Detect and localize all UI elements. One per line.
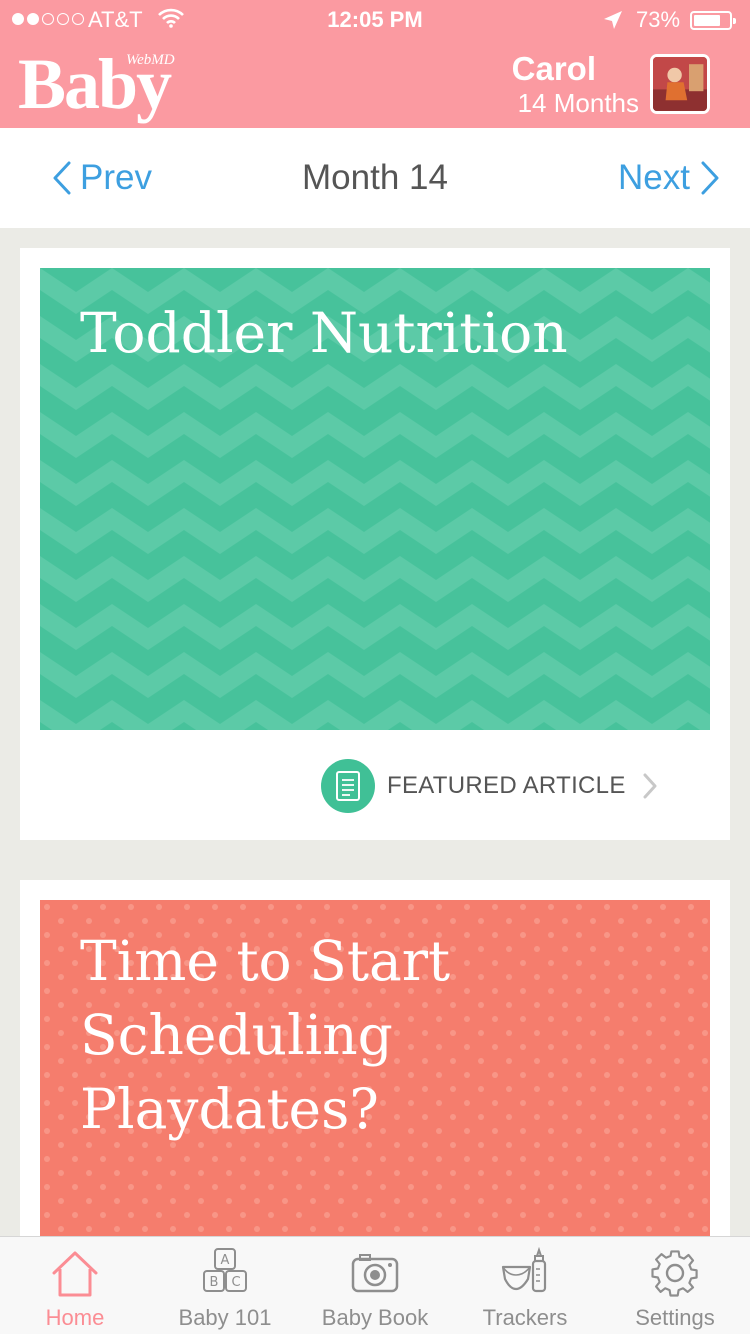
tab-trackers[interactable]: Trackers (450, 1237, 600, 1334)
tab-label: Trackers (482, 1305, 568, 1330)
status-bar: AT&T 12:05 PM 73% (0, 0, 750, 40)
child-age: 14 Months (517, 88, 639, 118)
tab-baby-book[interactable]: Baby Book (300, 1237, 450, 1334)
child-name: Carol (511, 50, 596, 87)
tab-bar: Home A B C Baby 101 Baby Book Trackers S… (0, 1236, 750, 1334)
article-title: Time to Start Scheduling Playdates? (80, 929, 451, 1141)
tab-settings[interactable]: Settings (600, 1237, 750, 1334)
next-label: Next (618, 158, 690, 197)
article-card[interactable]: Toddler Nutrition FEATURED ARTICLE (20, 248, 730, 840)
next-month-button[interactable]: Next (618, 158, 720, 198)
article-title: Toddler Nutrition (80, 301, 568, 365)
svg-text:A: A (221, 1253, 230, 1268)
location-arrow-icon (604, 11, 622, 29)
chevron-right-icon (643, 773, 657, 799)
app-header: AT&T 12:05 PM 73% Baby WebMD Carol 14 Mo… (0, 0, 750, 128)
tab-label: Home (45, 1305, 105, 1330)
webmd-baby-logo: Baby WebMD (18, 44, 175, 124)
child-avatar[interactable] (650, 54, 710, 114)
tab-label: Baby 101 (178, 1305, 272, 1330)
gear-icon (651, 1250, 698, 1297)
chevron-right-icon (701, 161, 719, 195)
battery-percentage: 73% (636, 7, 681, 32)
featured-article-link[interactable]: FEATURED ARTICLE (321, 758, 658, 814)
home-icon (52, 1251, 98, 1297)
diaper-bottle-icon (501, 1247, 547, 1293)
document-icon (321, 759, 375, 813)
tab-label: Settings (635, 1305, 715, 1330)
tab-label: Baby Book (321, 1305, 429, 1330)
svg-text:C: C (231, 1275, 240, 1290)
article-hero-image[interactable]: Time to Start Scheduling Playdates? (40, 900, 710, 1260)
abc-blocks-icon: A B C (203, 1248, 247, 1292)
battery-icon (690, 11, 736, 30)
month-navigation: Prev Month 14 Next (0, 128, 750, 228)
svg-text:B: B (210, 1275, 219, 1290)
tab-home[interactable]: Home (0, 1237, 150, 1334)
featured-article-label: FEATURED ARTICLE (387, 772, 626, 799)
article-card[interactable]: Time to Start Scheduling Playdates? (20, 880, 730, 1280)
article-hero-image[interactable]: Toddler Nutrition (40, 268, 710, 730)
tab-baby-101[interactable]: A B C Baby 101 (150, 1237, 300, 1334)
camera-icon (351, 1254, 399, 1293)
